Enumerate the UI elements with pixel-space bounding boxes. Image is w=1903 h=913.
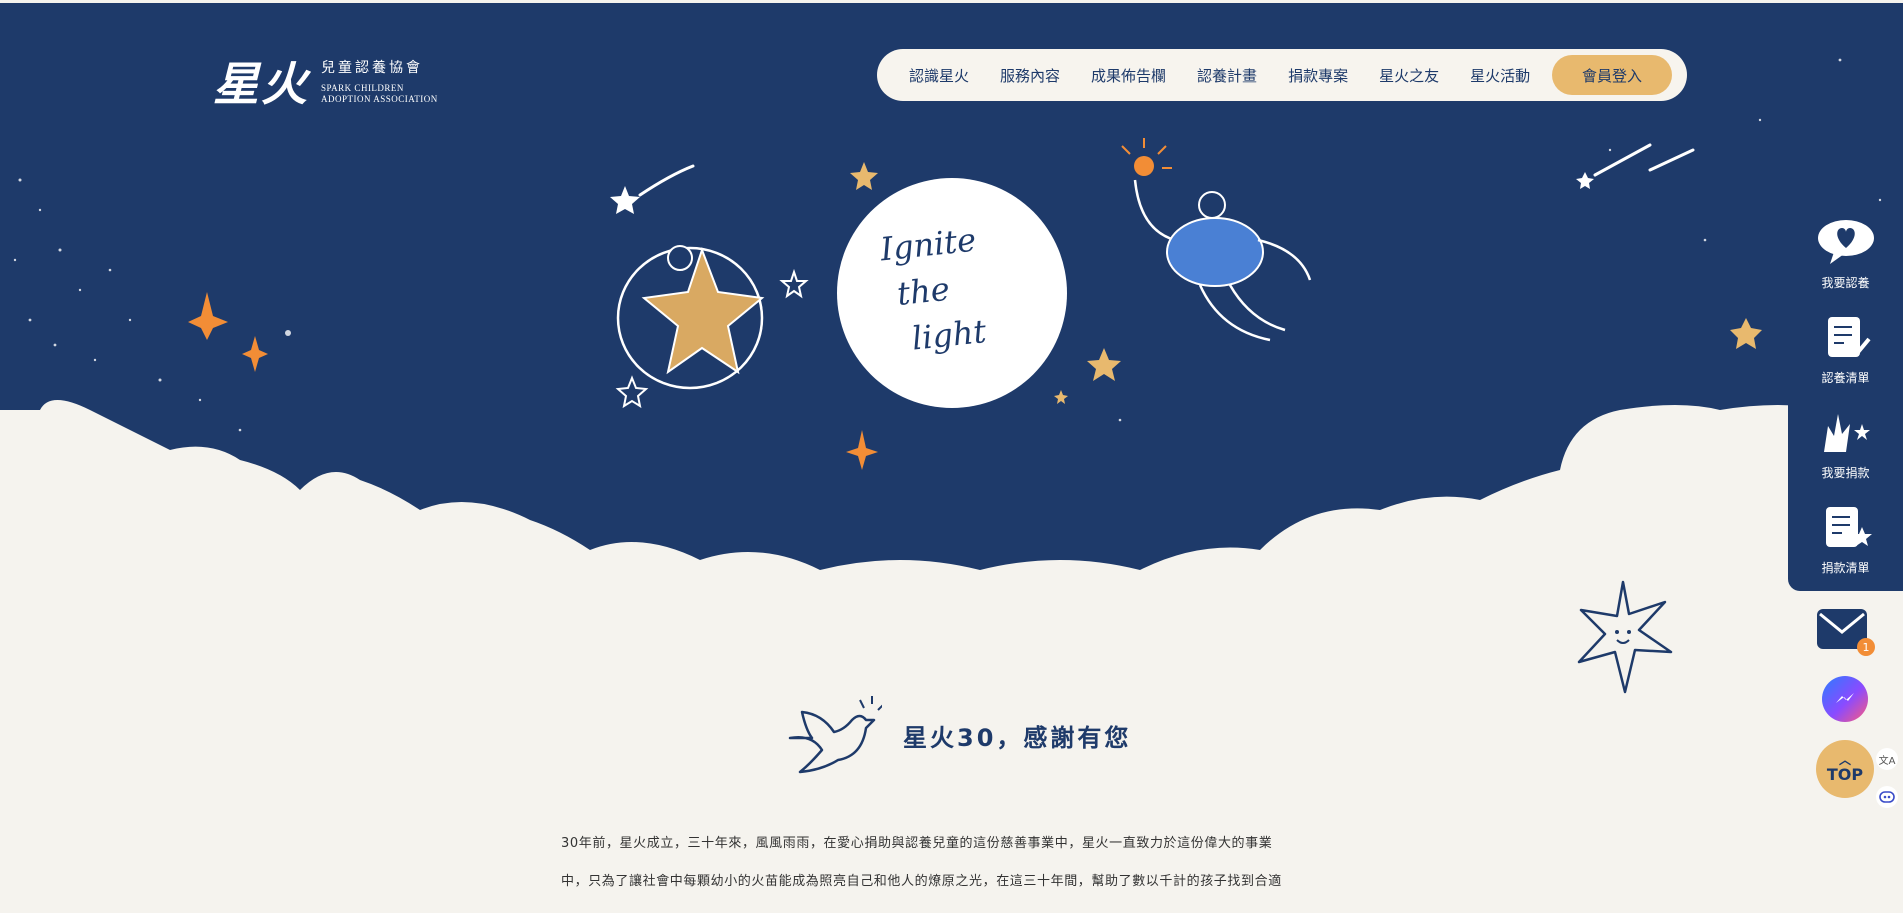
quick-action-panel: 我要認養 認養清單 我要捐款 捐款清單 xyxy=(1788,206,1903,591)
nav-item-results[interactable]: 成果佈告欄 xyxy=(1091,65,1166,86)
nav-item-friends[interactable]: 星火之友 xyxy=(1379,65,1439,86)
stars-hand-icon xyxy=(1823,414,1870,452)
flying-boy-illustration xyxy=(1121,138,1312,342)
side-item-donate[interactable]: 我要捐款 xyxy=(1788,406,1903,481)
side-label-donation-list: 捐款清單 xyxy=(1821,561,1870,575)
site-logo[interactable]: 星火 兒童認養協會 SPARK CHILDREN ADOPTION ASSOCI… xyxy=(213,48,438,114)
heart-speech-icon xyxy=(1817,220,1874,264)
back-to-top-button[interactable]: ︿ TOP xyxy=(1816,740,1874,798)
chatbot-icon xyxy=(1879,791,1895,803)
cloud-divider xyxy=(0,400,1903,590)
top-label: TOP xyxy=(1826,764,1864,784)
translate-icon[interactable]: 文A xyxy=(1876,748,1898,770)
moon-slogan: Ignite the light xyxy=(878,214,1012,364)
logo-text: 兒童認養協會 SPARK CHILDREN ADOPTION ASSOCIATI… xyxy=(321,57,438,105)
scroll-star-icon xyxy=(1825,507,1872,547)
member-login-button[interactable]: 會員登入 xyxy=(1552,55,1672,95)
smiling-star-illustration xyxy=(1577,580,1673,694)
nav-item-donation-projects[interactable]: 捐款專案 xyxy=(1288,65,1348,86)
intro-paragraph: 30年前，星火成立，三十年來，風風雨雨，在愛心捐助與認養兒童的這份慈善事業中，星… xyxy=(561,825,1351,901)
nav-item-about[interactable]: 認識星火 xyxy=(909,65,969,86)
dove-illustration xyxy=(788,696,882,774)
side-label-donate: 我要捐款 xyxy=(1821,466,1870,480)
nav-item-events[interactable]: 星火活動 xyxy=(1470,65,1530,86)
side-item-adopt[interactable]: 我要認養 xyxy=(1788,216,1903,291)
logo-mark: 星火 xyxy=(213,57,309,111)
scroll-check-icon xyxy=(1827,317,1871,357)
messenger-button[interactable] xyxy=(1822,676,1868,722)
messenger-icon xyxy=(1836,693,1854,703)
chatbot-button[interactable] xyxy=(1876,786,1898,808)
main-nav: 認識星火 服務內容 成果佈告欄 認養計畫 捐款專案 星火之友 星火活動 會員登入 xyxy=(877,49,1687,101)
intro-paragraph-line2: 中，只為了讓社會中每顆幼小的火苗能成為照亮自己和他人的燎原之光，在這三十年間，幫… xyxy=(561,874,1282,889)
side-item-donation-list[interactable]: 捐款清單 xyxy=(1788,501,1903,576)
side-label-adopt: 我要認養 xyxy=(1821,276,1870,290)
side-item-adoption-list[interactable]: 認養清單 xyxy=(1788,311,1903,386)
section-title: 星火30，感謝有您 xyxy=(903,724,1132,752)
nav-item-services[interactable]: 服務內容 xyxy=(1000,65,1060,86)
chevron-up-icon: ︿ xyxy=(1838,752,1851,767)
logo-name-zh: 兒童認養協會 xyxy=(321,60,423,76)
mail-badge: 1 xyxy=(1857,638,1875,656)
nav-item-adoption-plan[interactable]: 認養計畫 xyxy=(1197,65,1257,86)
logo-name-en-1: SPARK CHILDREN xyxy=(321,83,404,93)
side-label-adoption-list: 認養清單 xyxy=(1821,371,1870,385)
intro-paragraph-line1: 30年前，星火成立，三十年來，風風雨雨，在愛心捐助與認養兒童的這份慈善事業中，星… xyxy=(561,836,1273,851)
logo-name-en-2: ADOPTION ASSOCIATION xyxy=(321,94,438,104)
